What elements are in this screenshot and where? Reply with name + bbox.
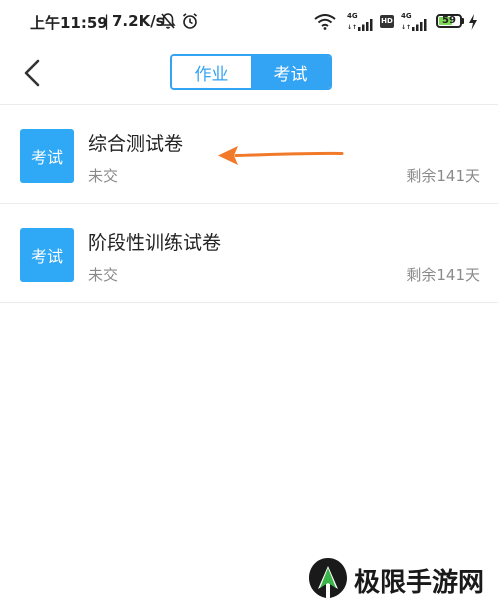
svg-text:↓↑: ↓↑ <box>347 24 357 31</box>
exam-list: 考试 综合测试卷 未交 剩余141天 考试 阶段性训练试卷 未交 剩余141天 <box>0 105 498 303</box>
annotation-arrow-icon <box>218 146 344 165</box>
signal-icon: ↓↑ <box>401 19 427 31</box>
back-button[interactable] <box>18 56 48 90</box>
exam-remaining-days: 剩余141天 <box>406 266 480 284</box>
tab-exam[interactable]: 考试 <box>251 56 330 88</box>
tab-homework[interactable]: 作业 <box>172 56 251 88</box>
battery-tip <box>462 18 464 24</box>
exam-badge: 考试 <box>20 228 74 282</box>
exam-title: 综合测试卷 <box>88 133 184 155</box>
battery-icon: 59 <box>436 14 462 28</box>
exam-title: 阶段性训练试卷 <box>88 232 222 254</box>
network-speed: 7.2K/s <box>112 12 165 30</box>
exam-badge: 考试 <box>20 129 74 183</box>
exam-remaining-days: 剩余141天 <box>406 167 480 185</box>
exam-status: 未交 <box>88 266 119 284</box>
watermark: 极限手游网 <box>306 556 496 604</box>
status-time: 上午11:59 <box>30 14 108 32</box>
watermark-logo-icon <box>309 558 347 598</box>
mute-bell-icon <box>160 13 176 29</box>
charging-icon <box>469 14 477 30</box>
wifi-icon <box>314 14 336 30</box>
status-bar: 上午11:59 | 7.2K/s 4G ↓↑ HD 4G ↓↑ 59 <box>0 0 498 46</box>
header-bar: 作业 考试 <box>0 46 498 105</box>
exam-row[interactable]: 考试 阶段性训练试卷 未交 剩余141天 <box>0 204 498 303</box>
tab-switcher: 作业 考试 <box>170 54 332 90</box>
signal-icon: ↓↑ <box>347 19 373 31</box>
hd-icon: HD <box>380 15 394 28</box>
watermark-text: 极限手游网 <box>354 568 485 598</box>
status-separator: | <box>104 12 110 30</box>
exam-status: 未交 <box>88 167 119 185</box>
svg-text:↓↑: ↓↑ <box>401 24 411 31</box>
battery-level: 59 <box>442 15 456 26</box>
chevron-left-icon <box>24 59 40 87</box>
alarm-clock-icon <box>182 13 198 29</box>
